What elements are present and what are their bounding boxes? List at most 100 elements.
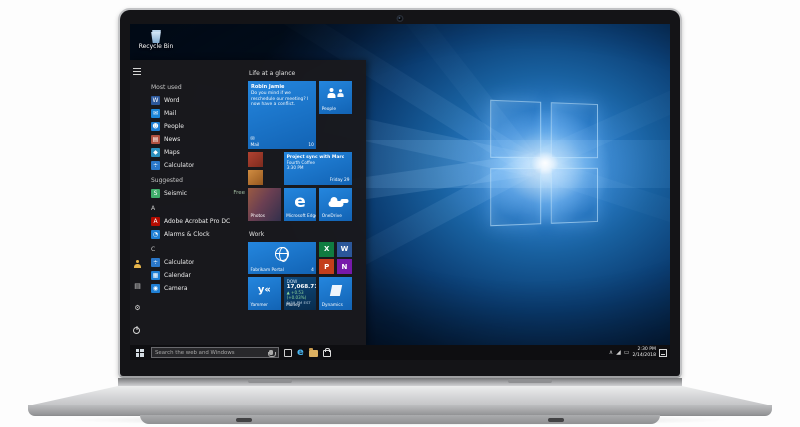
section-header-c: C [151, 246, 155, 253]
mail-preview: Do you mind if we reschedule our meeting… [248, 91, 316, 108]
battery-icon[interactable]: ▭ [624, 349, 630, 357]
powerpoint-icon: P [324, 263, 329, 271]
tile-label: Fabrikam Portal [251, 268, 284, 273]
hinge-mount [248, 379, 292, 383]
calendar-event-time: 3:30 PM [284, 165, 352, 170]
app-item-camera[interactable]: ◉ Camera [151, 282, 245, 294]
app-item-mail[interactable]: ✉ Mail [151, 107, 245, 119]
word-icon: W [341, 245, 349, 253]
tile-mail[interactable]: Robin Jamie Do you mind if we reschedule… [248, 81, 316, 149]
laptop-lid: Recycle Bin ▤ ⚙ Most used W Word [118, 8, 682, 378]
tile-photo-small-2[interactable] [248, 170, 263, 185]
tile-group-header-work[interactable]: Work [249, 231, 360, 238]
recycle-bin-shortcut[interactable]: Recycle Bin [138, 30, 174, 51]
microphone-icon[interactable] [269, 350, 273, 355]
documents-button[interactable]: ▤ [133, 282, 142, 291]
recycle-bin-label: Recycle Bin [138, 44, 174, 51]
app-item-seismic[interactable]: S Seismic Free [151, 187, 245, 199]
notification-badge: 4 [311, 268, 314, 273]
laptop-deck [28, 386, 772, 406]
excel-icon: X [324, 245, 329, 253]
app-item-people[interactable]: ☻ People [151, 120, 245, 132]
tile-group-work: Fabrikam Portal 4 X W P N [248, 242, 360, 310]
mail-icon: ✉ [151, 109, 160, 118]
file-explorer-icon[interactable] [309, 350, 318, 357]
hinge-mount [508, 379, 552, 383]
calculator-icon: ÷ [151, 258, 160, 267]
maps-icon: ◆ [151, 148, 160, 157]
app-item-adobe-acrobat[interactable]: A Adobe Acrobat Pro DC [151, 215, 245, 227]
app-item-word[interactable]: W Word [151, 94, 245, 106]
tile-group-header-life[interactable]: Life at a glance [249, 70, 360, 77]
tile-label: Mail [251, 143, 260, 148]
app-item-alarms-clock[interactable]: ◔ Alarms & Clock [151, 228, 245, 240]
settings-button[interactable]: ⚙ [133, 304, 142, 313]
free-badge: Free [233, 190, 245, 196]
calendar-icon: ▦ [151, 271, 160, 280]
app-item-maps[interactable]: ◆ Maps [151, 146, 245, 158]
tile-onenote[interactable]: N [337, 259, 352, 274]
tile-label: Photos [251, 214, 266, 219]
tile-fabrikam-portal[interactable]: Fabrikam Portal 4 [248, 242, 316, 275]
action-center-icon[interactable] [659, 349, 667, 357]
dynamics-icon [329, 285, 341, 296]
app-item-calendar[interactable]: ▦ Calendar [151, 269, 245, 281]
hidden-icons-chevron[interactable]: ∧ [609, 349, 613, 357]
laptop-hinge [118, 378, 682, 386]
tile-calendar[interactable]: Project sync with Marc Fourth Coffee 3:3… [284, 152, 352, 185]
envelope-icon: ✉ [251, 136, 255, 142]
network-icon[interactable]: ◢ [616, 349, 621, 357]
tile-people[interactable]: People [319, 81, 352, 114]
power-button[interactable] [133, 326, 142, 335]
tile-photos[interactable]: Photos [248, 188, 281, 221]
tile-excel[interactable]: X [319, 242, 334, 257]
app-item-calculator[interactable]: ÷ Calculator [151, 159, 245, 171]
gear-icon: ⚙ [134, 304, 140, 312]
app-item-news[interactable]: ▤ News [151, 133, 245, 145]
taskbar: e ∧ ◢ ▭ 2:30 PM 2/14/2018 [130, 345, 670, 360]
edge-taskbar-icon[interactable]: e [297, 348, 304, 358]
power-icon [133, 327, 140, 334]
rubber-foot [236, 418, 252, 422]
tile-microsoft-edge[interactable]: e Microsoft Edge [284, 188, 317, 221]
tile-label: Microsoft Edge [286, 214, 316, 219]
calculator-icon: ÷ [151, 161, 160, 170]
search-input[interactable] [155, 350, 267, 356]
laptop-product-photo: Recycle Bin ▤ ⚙ Most used W Word [0, 0, 800, 427]
laptop-bottom [140, 415, 660, 424]
adobe-acrobat-icon: A [151, 217, 160, 226]
people-icon: ☻ [151, 122, 160, 131]
section-header-a: A [151, 205, 155, 212]
task-view-button[interactable] [284, 349, 292, 357]
recycle-bin-icon [152, 30, 161, 32]
stock-index: DOW [284, 277, 317, 284]
onenote-icon: N [342, 263, 348, 271]
laptop-screen: Recycle Bin ▤ ⚙ Most used W Word [130, 24, 670, 360]
yammer-icon: y« [258, 285, 271, 296]
expand-menu-button[interactable] [133, 67, 142, 76]
tile-label: Money [286, 303, 300, 308]
start-rail: ▤ ⚙ [130, 60, 145, 345]
taskbar-clock[interactable]: 2:30 PM 2/14/2018 [632, 347, 656, 357]
app-item-calculator-2[interactable]: ÷ Calculator [151, 256, 245, 268]
section-header-suggested: Suggested [151, 177, 183, 184]
user-account-button[interactable] [133, 260, 142, 269]
tile-dynamics[interactable]: Dynamics [319, 277, 352, 310]
tile-label: Dynamics [322, 303, 343, 308]
people-icon [327, 88, 344, 99]
tile-photo-small-1[interactable] [248, 152, 263, 167]
taskbar-search-box[interactable] [151, 347, 279, 358]
news-icon: ▤ [151, 135, 160, 144]
tile-word[interactable]: W [337, 242, 352, 257]
tile-money[interactable]: DOW 17,068.71 ▲ +0.53 (+0.03%) 1:59 PM E… [284, 277, 317, 310]
tile-powerpoint[interactable]: P [319, 259, 334, 274]
camera-icon: ◉ [151, 284, 160, 293]
tile-label: People [322, 107, 336, 112]
tile-yammer[interactable]: y« Yammer [248, 277, 281, 310]
webcam [397, 15, 404, 22]
store-icon[interactable] [323, 350, 331, 357]
tile-onedrive[interactable]: OneDrive [319, 188, 352, 221]
seismic-icon: S [151, 189, 160, 198]
start-button[interactable] [133, 346, 146, 359]
clock-date: 2/14/2018 [632, 353, 656, 358]
